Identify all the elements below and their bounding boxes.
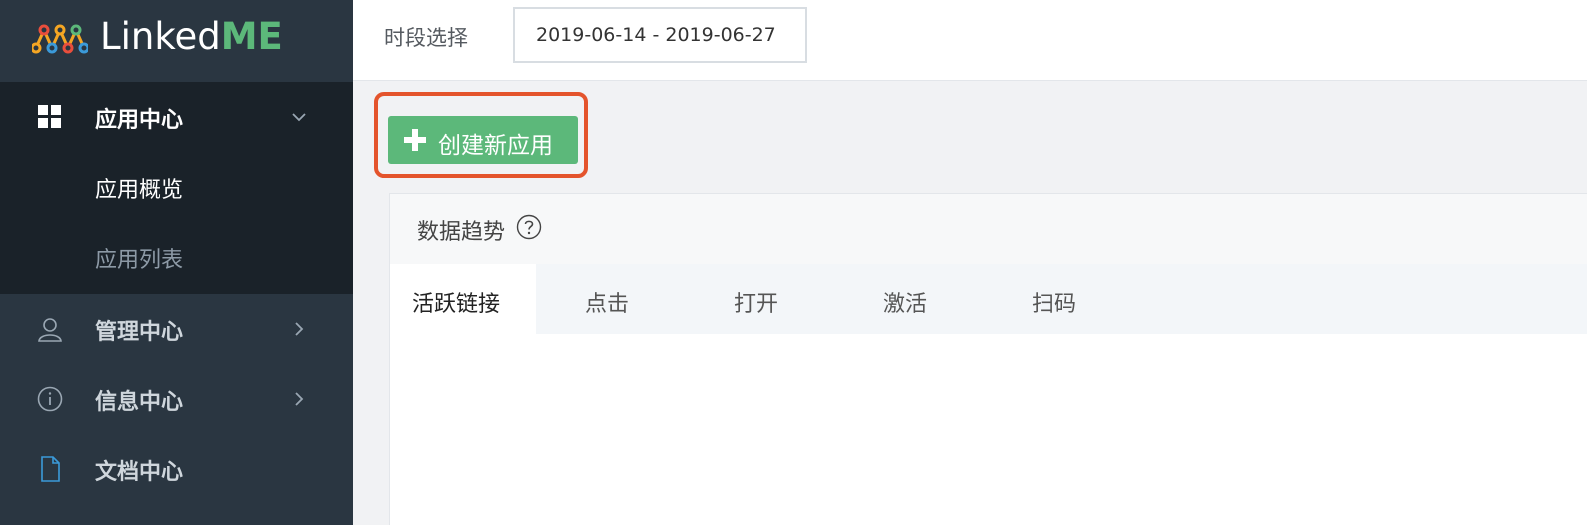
data-trend-panel: 数据趋势 活跃链接 点击 打开 激活 扫码 bbox=[389, 193, 1587, 525]
info-icon bbox=[37, 386, 63, 412]
grid-icon bbox=[38, 105, 61, 128]
sidebar-subitem-label: 应用概览 bbox=[95, 178, 184, 203]
tab-label: 激活 bbox=[883, 292, 928, 317]
tab-label: 扫码 bbox=[1032, 292, 1077, 317]
tab-activations[interactable]: 激活 bbox=[836, 264, 986, 334]
plus-icon bbox=[404, 129, 426, 151]
brand-name-part1: Linked bbox=[100, 15, 221, 58]
sidebar-item-app-center[interactable]: 应用中心 bbox=[0, 82, 353, 152]
trend-tabs: 活跃链接 点击 打开 激活 扫码 bbox=[390, 264, 1587, 334]
sidebar-subitem-label: 应用列表 bbox=[95, 248, 184, 273]
document-icon bbox=[41, 456, 60, 482]
sidebar-item-doc-center[interactable]: 文档中心 bbox=[0, 434, 353, 504]
sidebar: LinkedME 应用中心 应用概览 应用列表 管理中心 信息中心 文档中心 bbox=[0, 0, 353, 525]
logo-icon bbox=[32, 24, 88, 54]
create-app-label: 创建新应用 bbox=[438, 133, 553, 159]
brand-logo[interactable]: LinkedME bbox=[0, 0, 353, 80]
chevron-right-icon bbox=[295, 392, 304, 406]
date-range-picker[interactable]: 2019-06-14 - 2019-06-27 bbox=[513, 7, 807, 63]
tab-label: 打开 bbox=[734, 292, 779, 317]
sidebar-item-label: 信息中心 bbox=[95, 390, 184, 415]
tab-opens[interactable]: 打开 bbox=[686, 264, 836, 334]
sidebar-item-label: 管理中心 bbox=[95, 320, 184, 345]
user-icon bbox=[38, 318, 62, 342]
sidebar-submenu: 应用概览 应用列表 bbox=[0, 152, 353, 294]
chevron-right-icon bbox=[295, 322, 304, 336]
brand-name: LinkedME bbox=[100, 14, 283, 60]
tab-label: 活跃链接 bbox=[412, 292, 501, 317]
brand-name-part2: ME bbox=[220, 15, 283, 58]
tab-active-links[interactable]: 活跃链接 bbox=[390, 264, 536, 334]
period-select-label: 时段选择 bbox=[384, 26, 468, 50]
create-app-button[interactable]: 创建新应用 bbox=[388, 116, 578, 164]
panel-title: 数据趋势 bbox=[417, 220, 506, 245]
chevron-down-icon bbox=[292, 113, 306, 122]
sidebar-item-label: 应用中心 bbox=[95, 108, 184, 133]
sidebar-item-label: 文档中心 bbox=[95, 460, 184, 485]
sidebar-item-management-center[interactable]: 管理中心 bbox=[0, 294, 353, 364]
sidebar-subitem-app-list[interactable]: 应用列表 bbox=[0, 222, 353, 292]
help-icon[interactable] bbox=[516, 214, 542, 240]
tab-clicks[interactable]: 点击 bbox=[536, 264, 686, 334]
tab-scans[interactable]: 扫码 bbox=[986, 264, 1136, 334]
sidebar-item-info-center[interactable]: 信息中心 bbox=[0, 364, 353, 434]
top-bar: 时段选择 2019-06-14 - 2019-06-27 bbox=[353, 0, 1587, 81]
date-range-value: 2019-06-14 - 2019-06-27 bbox=[536, 24, 776, 46]
tab-label: 点击 bbox=[585, 292, 630, 317]
panel-header: 数据趋势 bbox=[390, 194, 1587, 265]
sidebar-subitem-app-overview[interactable]: 应用概览 bbox=[0, 152, 353, 222]
